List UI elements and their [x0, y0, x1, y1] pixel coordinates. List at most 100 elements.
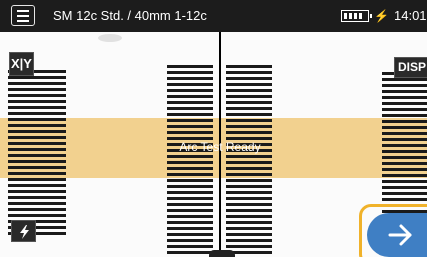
fiber-line [8, 178, 66, 181]
fiber-line [167, 245, 213, 248]
fiber-line [226, 245, 272, 248]
fiber-line [167, 95, 213, 98]
fiber-line [8, 196, 66, 199]
fiber-line [382, 180, 427, 183]
fiber-line [226, 185, 272, 188]
next-button-highlight [359, 204, 427, 257]
fiber-line [226, 71, 272, 74]
fiber-line [167, 155, 213, 158]
fiber-stack-left [167, 65, 213, 255]
fiber-line [226, 83, 272, 86]
fiber-stack-left-edge [8, 70, 66, 240]
charging-icon: ⚡ [374, 9, 389, 23]
fiber-line [226, 227, 272, 230]
fiber-line [382, 84, 427, 87]
fiber-line [8, 76, 66, 79]
fiber-line [8, 88, 66, 91]
fiber-line [167, 179, 213, 182]
fiber-line [382, 168, 427, 171]
fiber-line [226, 125, 272, 128]
fiber-line [382, 126, 427, 129]
fiber-line [167, 89, 213, 92]
fiber-line [382, 186, 427, 189]
program-title: SM 12c Std. / 40mm 1-12c [53, 8, 207, 23]
fiber-line [382, 108, 427, 111]
fiber-line [167, 161, 213, 164]
fiber-line [382, 114, 427, 117]
fiber-line [167, 233, 213, 236]
disp-button[interactable]: DISP [394, 57, 427, 78]
fiber-line [8, 208, 66, 211]
bottom-handle[interactable] [209, 250, 235, 257]
fiber-line [382, 192, 427, 195]
fiber-line [167, 239, 213, 242]
fiber-line [226, 65, 272, 68]
top-bar: SM 12c Std. / 40mm 1-12c ⚡ 14:01 [0, 0, 427, 32]
fiber-line [8, 202, 66, 205]
fiber-line [8, 82, 66, 85]
fiber-line [8, 166, 66, 169]
fiber-line [8, 124, 66, 127]
fiber-line [226, 95, 272, 98]
fiber-line [226, 221, 272, 224]
fiber-line [167, 215, 213, 218]
fiber-line [167, 203, 213, 206]
fiber-line [226, 203, 272, 206]
fiber-line [226, 233, 272, 236]
hamburger-menu-icon[interactable] [11, 5, 35, 26]
fiber-line [226, 167, 272, 170]
fiber-line [226, 77, 272, 80]
fiber-line [167, 251, 213, 254]
fiber-line [8, 184, 66, 187]
fiber-line [167, 191, 213, 194]
status-text: Arc Test Ready [179, 140, 261, 154]
fiber-line [167, 197, 213, 200]
arrow-right-icon [388, 224, 412, 246]
fiber-line [8, 112, 66, 115]
fiber-view: Arc Test Ready X|Y DISP [0, 32, 427, 257]
fiber-line [382, 198, 427, 201]
fiber-line [167, 185, 213, 188]
fiber-line [226, 161, 272, 164]
fiber-line [382, 174, 427, 177]
fiber-line [226, 119, 272, 122]
fiber-line [226, 239, 272, 242]
fiber-line [382, 102, 427, 105]
fiber-line [382, 156, 427, 159]
fiber-line [167, 113, 213, 116]
fiber-line [382, 120, 427, 123]
fiber-line [167, 167, 213, 170]
fiber-line [167, 125, 213, 128]
fiber-line [226, 191, 272, 194]
fiber-line [226, 209, 272, 212]
arc-button[interactable] [11, 220, 36, 242]
fiber-line [8, 214, 66, 217]
fiber-line [167, 227, 213, 230]
fiber-line [167, 65, 213, 68]
fiber-stack-right [226, 65, 272, 255]
battery-icon [341, 10, 372, 22]
next-button[interactable] [367, 213, 427, 257]
fiber-line [226, 179, 272, 182]
fiber-line [226, 155, 272, 158]
fiber-line [167, 131, 213, 134]
fiber-line [226, 197, 272, 200]
fiber-line [226, 101, 272, 104]
fiber-line [382, 90, 427, 93]
fiber-line [8, 160, 66, 163]
fiber-line [167, 209, 213, 212]
lightning-bolt-icon [20, 225, 29, 239]
fiber-line [167, 83, 213, 86]
fiber-line [8, 118, 66, 121]
fusion-splicer-screen: SM 12c Std. / 40mm 1-12c ⚡ 14:01 Arc Tes… [0, 0, 427, 257]
fiber-line [8, 94, 66, 97]
xy-view-button[interactable]: X|Y [9, 52, 34, 76]
fiber-line [167, 71, 213, 74]
fiber-line [226, 215, 272, 218]
smudge [98, 34, 122, 42]
fiber-line [382, 78, 427, 81]
fiber-line [226, 113, 272, 116]
fiber-line [167, 77, 213, 80]
fiber-line [8, 130, 66, 133]
fiber-line [382, 132, 427, 135]
